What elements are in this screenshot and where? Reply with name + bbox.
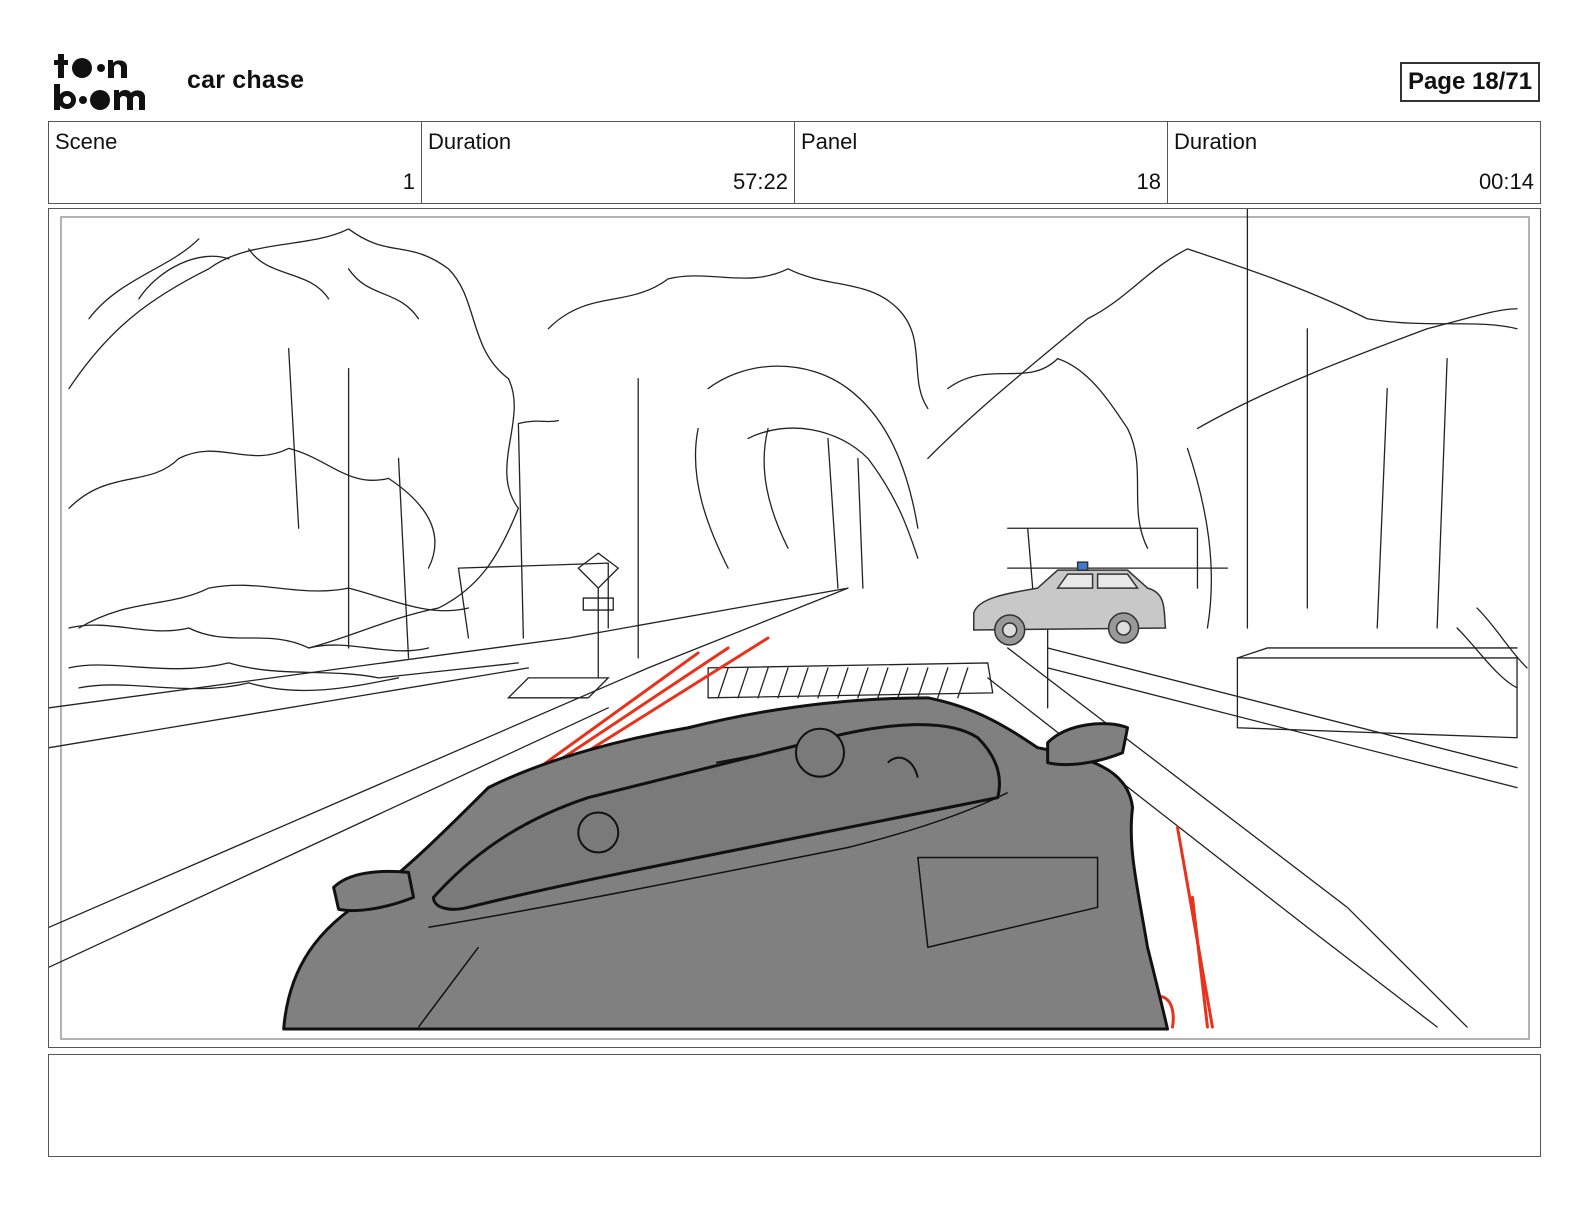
scene-value: 1	[402, 169, 415, 194]
project-title: car chase	[187, 66, 305, 94]
toon-boom-logo	[54, 54, 145, 110]
passenger-character	[577, 811, 620, 854]
panel-duration-label: Duration	[1174, 129, 1258, 154]
police-car	[973, 561, 1167, 646]
panel-value: 18	[1136, 169, 1161, 194]
main-car	[282, 696, 1169, 1031]
storyboard-panel	[48, 208, 1541, 1048]
page-indicator: Page 18/71	[1400, 62, 1540, 102]
driver-character	[794, 727, 845, 778]
panel-label: Panel	[801, 129, 858, 154]
scene-cell: Scene 1	[49, 122, 422, 203]
scene-label: Scene	[55, 129, 118, 154]
scene-duration-cell: Duration 57:22	[422, 122, 795, 203]
panel-cell: Panel 18	[795, 122, 1168, 203]
scene-duration-value: 57:22	[732, 169, 788, 194]
panel-notes-box	[48, 1054, 1541, 1157]
siren-light	[1076, 561, 1089, 571]
panel-duration-value: 00:14	[1478, 169, 1534, 194]
panel-sketch	[49, 209, 1530, 1040]
scene-duration-label: Duration	[428, 129, 512, 154]
panel-info-table: Scene 1 Duration 57:22 Panel 18 Duration…	[48, 121, 1541, 204]
panel-duration-cell: Duration 00:14	[1168, 122, 1540, 203]
